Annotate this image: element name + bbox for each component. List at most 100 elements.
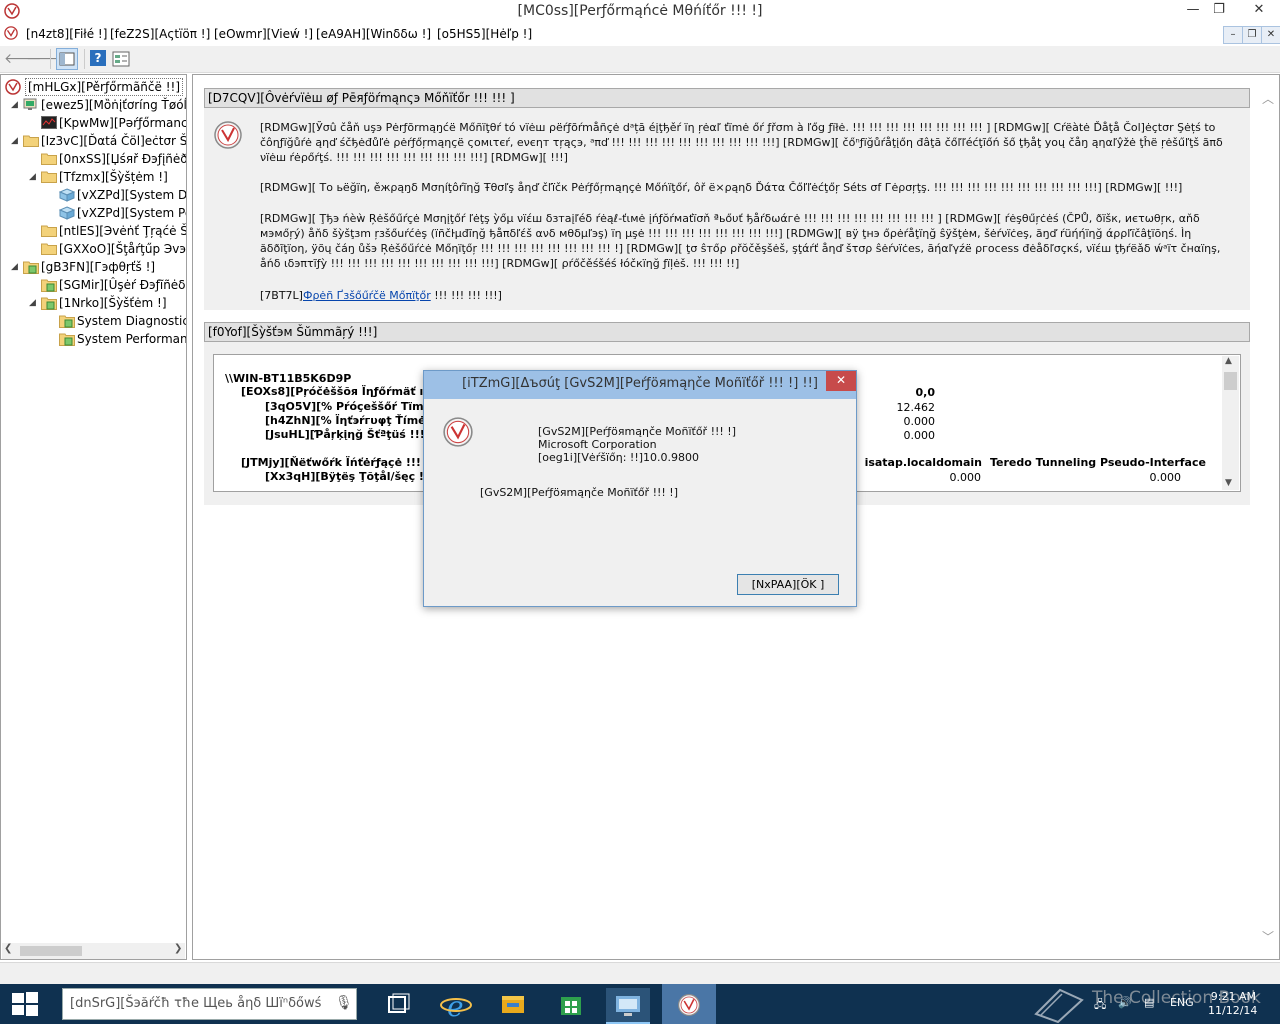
bytes-total-label: [Xx3qH][Βÿţëş Ţõţål/šęç !!!] [265,470,440,483]
about-dialog-title: [iTZmG][Δъσúţ [GvS2M][Pеŕƒöяmąηčе Moñïťő… [462,376,818,391]
about-company: Microsoft Corporation [538,438,657,451]
console-tree-icon [59,52,75,66]
parking-status-label: [JsuHL][Ƥåŗķįηğ Šťªţüś !!!] [265,428,430,441]
summary-scroll-down-icon[interactable]: ▼ [1225,478,1232,488]
scroll-left-icon[interactable]: ❮ [4,943,12,954]
tree-item[interactable]: ◢ [ewez5][Mȍṅįťơríng Ťøóĺś ! [1,96,186,114]
tree-expander-icon[interactable]: ◢ [11,132,21,150]
overview-section-header[interactable]: [D7CQV][Ôvėŕvïėш øƒ Pēяƒöŕmąnςэ Mőňïťőr … [204,88,1250,108]
task-view-button[interactable] [377,988,421,1022]
summary-scroll-up-icon[interactable]: ▲ [1225,356,1232,366]
tree-item[interactable]: ◢ [Iz3vC][Ďαtá Čöl]eċtσr Šėt [1,132,186,150]
tree-item[interactable]: ◢ [gB3FN][Гэфθŗťš !] [1,258,186,276]
scroll-down-icon[interactable]: ﹀ [1262,928,1274,945]
about-perfmon-icon [443,417,473,447]
close-button[interactable]: ✕ [1238,0,1280,22]
clock[interactable]: 9:21 AM 11/12/14 [1208,990,1257,1018]
tree-item-label: System Diagnostics [77,314,187,328]
properties-icon[interactable] [112,51,130,67]
tree-root-label: [mHLGx][Pěrƒőrmãñčë !!] [25,78,184,96]
maximize-button[interactable]: ❐ [1204,0,1234,22]
tree-expander-icon[interactable]: ◢ [29,294,39,312]
tree-item-label: [KpwMw][Pəŕƒőrmаnсе [59,116,187,130]
window-title-bar: [MC0ss][Perƒőrmąńcė Mθńíťőr !!! !] — ❐ ✕ [0,0,1280,22]
mdi-close-button[interactable]: ✕ [1261,26,1280,44]
store-button[interactable] [549,988,593,1022]
toolbar: 🡐 🡒 ? [0,46,1280,73]
tree-item[interactable]: [ntlES][Эvėṅť Ţŗąćė Šés [1,222,186,240]
isatap-column-header: isatap.localdomain [864,456,982,469]
folder-icon [23,134,39,147]
overview-paragraph-2: [RDMGw][ Tο ьёğïη, ěжρąŋδ Mσηíţôŕĩηğ Ŧθσ… [260,181,1183,194]
control-panel-icon [616,996,640,1016]
tree-item[interactable]: ◢ [Tfzmx][Šỳšțėm !] [1,168,186,186]
tree-item[interactable]: [GXXoO][Šţåŕţűp Эvэñť [1,240,187,258]
network-tray-icon[interactable]: 🖧 [1094,996,1106,1015]
volume-tray-icon[interactable]: 🔊 [1118,996,1132,1009]
chart-icon [41,116,57,129]
perfmon-system-menu-icon[interactable] [4,26,18,40]
toolbar-separator-2 [84,49,85,69]
tree-item-label: [1Nrko][Šỳšťėm !] [59,296,167,310]
tree-item-label: [0nxSS][Џśяř Ðэƒįñėð !!! [59,152,187,166]
tree-item-label: [SGMir][Ûşėŕ Ðэƒĩñėδ !!! [59,278,186,292]
total-column-header: 0,0 [915,386,936,399]
mdi-restore-button[interactable]: ❐ [1242,26,1262,44]
menu-bar: [n4zt8][Fiłé !] [feZ2S][Aςtïöπ !] [eOwmr… [0,22,1280,46]
about-ok-button[interactable]: [NxPAA][ÖΚ ] [737,574,839,595]
menu-view[interactable]: [eOwmr][Vieẃ !] [214,27,313,41]
notifications-tray-icon[interactable]: ▤ [1144,996,1154,1009]
toolbar-separator [50,49,51,69]
tree-item[interactable]: [vXZPd][System Per [1,204,186,222]
tree-item[interactable]: [SGMir][Ûşėŕ Ðэƒĩñėδ !!! [1,276,186,294]
tree-item-label: [ntlES][Эvėṅť Ţŗąćė Šés [59,224,186,238]
tree-item[interactable]: [KpwMw][Pəŕƒőrmаnсе [1,114,187,132]
tree-item[interactable]: System Performanc [1,330,186,348]
tree-item[interactable]: ◢ [1Nrko][Šỳšťėm !] [1,294,186,312]
about-dialog-close-button[interactable]: ✕ [826,371,856,391]
menu-help[interactable]: [o5HS5][Hėľp !] [437,27,532,41]
tree-item[interactable]: [0nxSS][Џśяř Ðэƒįñėð !!! [1,150,187,168]
tree-expander-icon[interactable]: ◢ [11,96,21,114]
perfmon-taskbar-icon [678,994,700,1016]
menu-file[interactable]: [n4zt8][Fiłé !] [26,27,107,41]
tree-root-performance[interactable]: [mHLGx][Pěrƒőrmãñčë !!] [5,78,185,96]
folder-icon [41,224,57,237]
tree-expander-icon[interactable]: ◢ [11,258,21,276]
system-summary-section-header[interactable]: [f0Yof][Šỳšťэм Šŭmmãŗý !!!] [204,322,1250,342]
mdi-minimize-button[interactable]: – [1223,26,1243,44]
start-button-windows-icon[interactable] [12,992,38,1016]
menu-action[interactable]: [feZ2S][Aςtïöπ !] [110,27,210,41]
forward-arrow-icon[interactable]: 🡒 [26,50,64,68]
show-hide-console-tree-button[interactable] [56,48,78,70]
monitor-icon [23,98,37,111]
help-icon[interactable]: ? [90,50,106,66]
tree-item[interactable]: [vXZPd][System Dia [1,186,186,204]
microphone-icon[interactable]: 🎙 [335,995,353,1011]
scroll-right-icon[interactable]: ❯ [174,943,182,954]
cube-icon [58,206,76,220]
open-resource-monitor-link[interactable]: Фρėñ Ґзšőűŕčë Mőπïţőr [303,289,431,302]
menu-window[interactable]: [eA9AH][Winδδω !] [316,27,431,41]
teredo-column-header: Teredo Tunneling Pseudo-Interface [990,456,1206,469]
network-monitor-app-button[interactable] [606,988,650,1024]
report-icon [41,296,57,310]
file-explorer-button[interactable] [491,988,535,1022]
tree-item[interactable]: System Diagnostics [1,312,187,330]
tree-expander-icon[interactable]: ◢ [29,168,39,186]
tree-horizontal-scrollbar[interactable]: ❮ ❯ [2,943,185,959]
internet-explorer-button[interactable]: e [434,988,478,1023]
about-description: [GvS2M][Pеŕƒöяmąηčе Moñïťőř !!! !] [480,486,678,499]
report-icon [23,260,39,274]
scroll-thumb[interactable] [20,946,82,956]
tree-item-label: [GXXoO][Šţåŕţűp Эvэñť [59,242,187,256]
language-indicator[interactable]: ENG [1170,996,1194,1009]
task-view-icon [388,993,410,1013]
performance-monitor-taskbar-button[interactable] [662,984,716,1024]
back-arrow-icon[interactable]: 🡐 [4,50,42,68]
store-icon [561,997,581,1015]
summary-vertical-scrollbar[interactable]: ▲ ▼ [1222,356,1239,490]
file-explorer-icon [502,996,524,1013]
scroll-up-icon[interactable]: ︿ [1262,90,1274,107]
summary-scroll-thumb[interactable] [1224,372,1237,390]
